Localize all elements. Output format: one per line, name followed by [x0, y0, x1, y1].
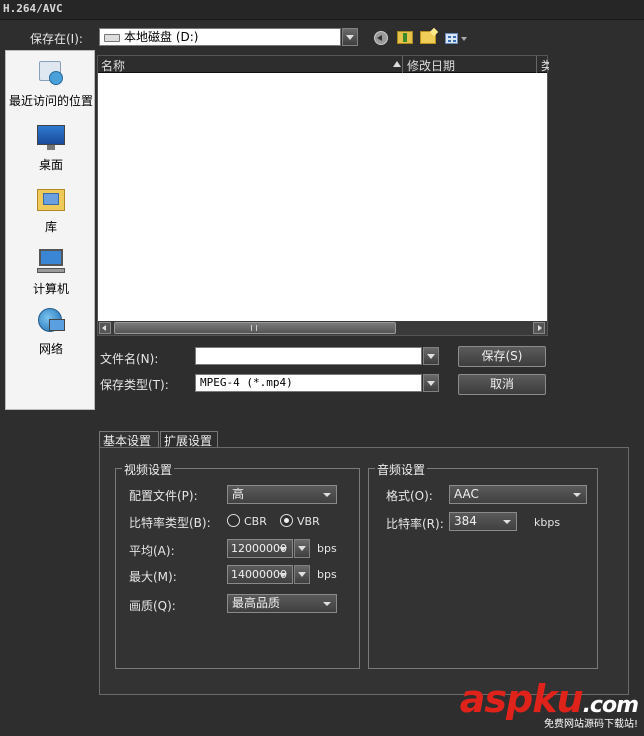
column-header-extra[interactable]: 类: [541, 57, 549, 74]
save-in-value: 本地磁盘 (D:): [124, 30, 199, 44]
save-in-dropdown-button[interactable]: [342, 28, 358, 46]
cancel-button[interactable]: 取消: [458, 374, 546, 395]
view-menu-icon[interactable]: [445, 33, 458, 44]
max-bitrate-dropdown-button[interactable]: [294, 565, 310, 584]
places-bar: 最近访问的位置 桌面 库 计算机 网络: [5, 50, 95, 410]
horizontal-scrollbar[interactable]: [98, 321, 547, 335]
window-title: H.264/AVC: [3, 2, 63, 15]
profile-label: 配置文件(P):: [129, 489, 198, 503]
new-folder-icon[interactable]: [420, 27, 439, 44]
audio-bitrate-label: 比特率(R):: [386, 517, 444, 531]
format-label: 格式(O):: [386, 489, 433, 503]
filetype-label: 保存类型(T):: [100, 378, 169, 392]
file-list-header: 名称 修改日期 类: [98, 56, 549, 74]
place-recent-label: 最近访问的位置: [8, 94, 93, 108]
quality-dropdown[interactable]: 最高品质: [227, 594, 337, 613]
average-bitrate-unit: bps: [317, 542, 337, 555]
scroll-thumb[interactable]: [114, 322, 396, 334]
audio-bitrate-unit: kbps: [534, 516, 561, 529]
place-network[interactable]: 网络: [6, 307, 96, 357]
save-in-dropdown[interactable]: 本地磁盘 (D:): [99, 28, 341, 46]
grip-icon: [251, 325, 257, 331]
column-divider[interactable]: [402, 56, 403, 73]
scroll-left-icon: [102, 325, 106, 331]
place-network-label: 网络: [38, 342, 63, 356]
save-in-label: 保存在(I):: [30, 32, 83, 46]
column-header-name[interactable]: 名称: [101, 57, 125, 74]
place-recent[interactable]: 最近访问的位置: [6, 59, 96, 109]
library-icon: [35, 185, 67, 215]
column-divider[interactable]: [536, 56, 537, 73]
average-bitrate-label: 平均(A):: [129, 544, 175, 558]
audio-settings-title: 音频设置: [375, 461, 428, 478]
vbr-radio[interactable]: [280, 514, 293, 527]
up-folder-icon[interactable]: [397, 31, 413, 44]
filetype-dropdown[interactable]: MPEG-4 (*.mp4): [195, 374, 422, 392]
scroll-right-icon: [538, 325, 542, 331]
vbr-label: VBR: [297, 515, 320, 528]
bitrate-type-label: 比特率类型(B):: [129, 516, 211, 530]
site-watermark: aspku.com 免费网站源码下载站!: [460, 677, 639, 730]
sort-ascending-icon: [393, 61, 401, 67]
network-icon: [35, 307, 67, 337]
max-bitrate-input[interactable]: 14000000: [227, 565, 293, 584]
title-bar: H.264/AVC: [0, 0, 644, 20]
scroll-right-button[interactable]: [533, 322, 545, 334]
column-header-modified[interactable]: 修改日期: [407, 57, 455, 74]
desktop-icon: [35, 123, 67, 153]
max-bitrate-label: 最大(M):: [129, 570, 177, 584]
drive-icon: [104, 34, 120, 42]
settings-panel: 视频设置 配置文件(P): 高 比特率类型(B): CBR VBR 平均(A):…: [99, 447, 629, 695]
view-dropdown-chevron-icon[interactable]: [461, 37, 467, 41]
average-bitrate-input[interactable]: 12000000: [227, 539, 293, 558]
video-settings-title: 视频设置: [122, 461, 175, 478]
audio-settings-group: 音频设置 格式(O): AAC 比特率(R): 384 kbps: [368, 461, 598, 669]
format-dropdown[interactable]: AAC: [449, 485, 587, 504]
file-list[interactable]: 名称 修改日期 类: [97, 55, 549, 336]
save-button[interactable]: 保存(S): [458, 346, 546, 367]
place-desktop-label: 桌面: [38, 158, 63, 172]
place-library-label: 库: [44, 220, 57, 234]
place-computer-label: 计算机: [32, 282, 69, 296]
audio-bitrate-dropdown[interactable]: 384: [449, 512, 517, 531]
back-icon[interactable]: [374, 31, 388, 45]
place-library[interactable]: 库: [6, 185, 96, 235]
filetype-dropdown-button[interactable]: [423, 374, 439, 392]
computer-icon: [35, 247, 67, 277]
scroll-left-button[interactable]: [99, 322, 111, 334]
place-computer[interactable]: 计算机: [6, 247, 96, 297]
profile-dropdown[interactable]: 高: [227, 485, 337, 504]
max-bitrate-unit: bps: [317, 568, 337, 581]
video-settings-group: 视频设置 配置文件(P): 高 比特率类型(B): CBR VBR 平均(A):…: [115, 461, 360, 669]
recent-places-icon: [35, 59, 67, 89]
average-bitrate-dropdown-button[interactable]: [294, 539, 310, 558]
filename-dropdown-button[interactable]: [423, 347, 439, 365]
filename-input[interactable]: [195, 347, 422, 365]
filename-label: 文件名(N):: [100, 352, 159, 366]
cbr-radio[interactable]: [227, 514, 240, 527]
cbr-label: CBR: [244, 515, 267, 528]
quality-label: 画质(Q):: [129, 599, 176, 613]
place-desktop[interactable]: 桌面: [6, 123, 96, 173]
